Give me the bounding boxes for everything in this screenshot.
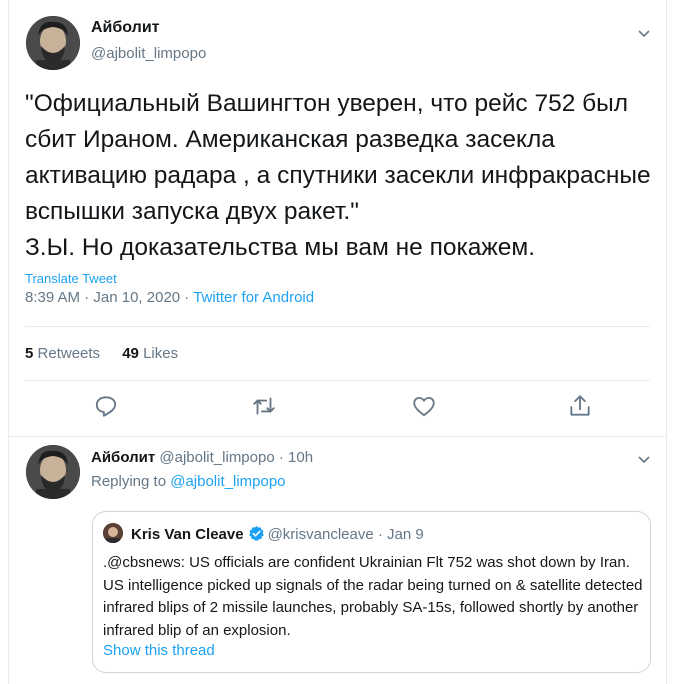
tweet-time[interactable]: 8:39 AM bbox=[25, 289, 80, 306]
quoted-text: .@cbsnews: US officials are confident Uk… bbox=[103, 554, 643, 639]
like-icon[interactable] bbox=[411, 393, 437, 419]
chevron-down-icon[interactable] bbox=[636, 25, 652, 41]
divider bbox=[25, 326, 650, 327]
tweet-date[interactable]: Jan 10, 2020 bbox=[93, 289, 180, 306]
translate-tweet-link[interactable]: Translate Tweet bbox=[25, 271, 117, 286]
retweets-stat[interactable]: 5 Retweets bbox=[25, 345, 100, 362]
avatar bbox=[103, 523, 123, 543]
show-thread-link[interactable]: Show this thread bbox=[103, 642, 215, 659]
replying-to-link[interactable]: @ajbolit_limpopo bbox=[170, 473, 285, 490]
avatar-portrait-icon bbox=[26, 445, 80, 499]
tweet-source[interactable]: Twitter for Android bbox=[193, 289, 314, 306]
quoted-tweet[interactable]: Kris Van Cleave @krisvancleave · Jan 9 .@… bbox=[92, 511, 651, 673]
likes-count: 49 bbox=[122, 345, 139, 362]
tweet-age[interactable]: 10h bbox=[288, 449, 313, 466]
quoted-header: Kris Van Cleave @krisvancleave · Jan 9 bbox=[131, 526, 424, 543]
likes-stat[interactable]: 49 Likes bbox=[122, 345, 178, 362]
reply-icon[interactable] bbox=[93, 393, 119, 419]
avatar-portrait-icon bbox=[103, 523, 123, 543]
tweet-meta: 8:39 AM · Jan 10, 2020 · Twitter for And… bbox=[25, 289, 315, 306]
author-name[interactable]: Айболит bbox=[91, 449, 155, 466]
author-name[interactable]: Айболит bbox=[91, 19, 159, 37]
avatar[interactable] bbox=[26, 445, 80, 499]
reply-tweet[interactable]: Айболит @ajbolit_limpopo · 10h Replying … bbox=[9, 437, 666, 684]
author-handle[interactable]: @ajbolit_limpopo bbox=[91, 45, 206, 62]
quoted-date: Jan 9 bbox=[387, 526, 424, 543]
quoted-author-name: Kris Van Cleave bbox=[131, 526, 244, 543]
divider bbox=[25, 380, 650, 381]
quoted-author-handle: @krisvancleave bbox=[267, 526, 374, 543]
chevron-down-icon[interactable] bbox=[636, 451, 652, 467]
retweet-icon[interactable] bbox=[251, 393, 277, 419]
likes-label: Likes bbox=[143, 345, 179, 362]
reply-header: Айболит @ajbolit_limpopo · 10h bbox=[91, 449, 314, 466]
retweets-label: Retweets bbox=[37, 345, 101, 362]
retweets-count: 5 bbox=[25, 345, 34, 362]
share-icon[interactable] bbox=[567, 393, 593, 419]
tweet-thread: Айболит @ajbolit_limpopo "Официальный Ва… bbox=[8, 0, 667, 684]
replying-to: Replying to @ajbolit_limpopo bbox=[91, 473, 286, 490]
replying-prefix: Replying to bbox=[91, 473, 167, 490]
tweet-stats: 5 Retweets 49 Likes bbox=[25, 345, 178, 362]
verified-icon bbox=[248, 526, 264, 541]
tweet-actions bbox=[89, 393, 609, 423]
author-handle[interactable]: @ajbolit_limpopo bbox=[159, 449, 274, 466]
main-tweet: Айболит @ajbolit_limpopo "Официальный Ва… bbox=[9, 0, 666, 436]
tweet-text: "Официальный Вашингтон уверен, что рейс … bbox=[25, 90, 651, 261]
avatar-portrait-icon bbox=[26, 16, 80, 70]
avatar[interactable] bbox=[26, 16, 80, 70]
